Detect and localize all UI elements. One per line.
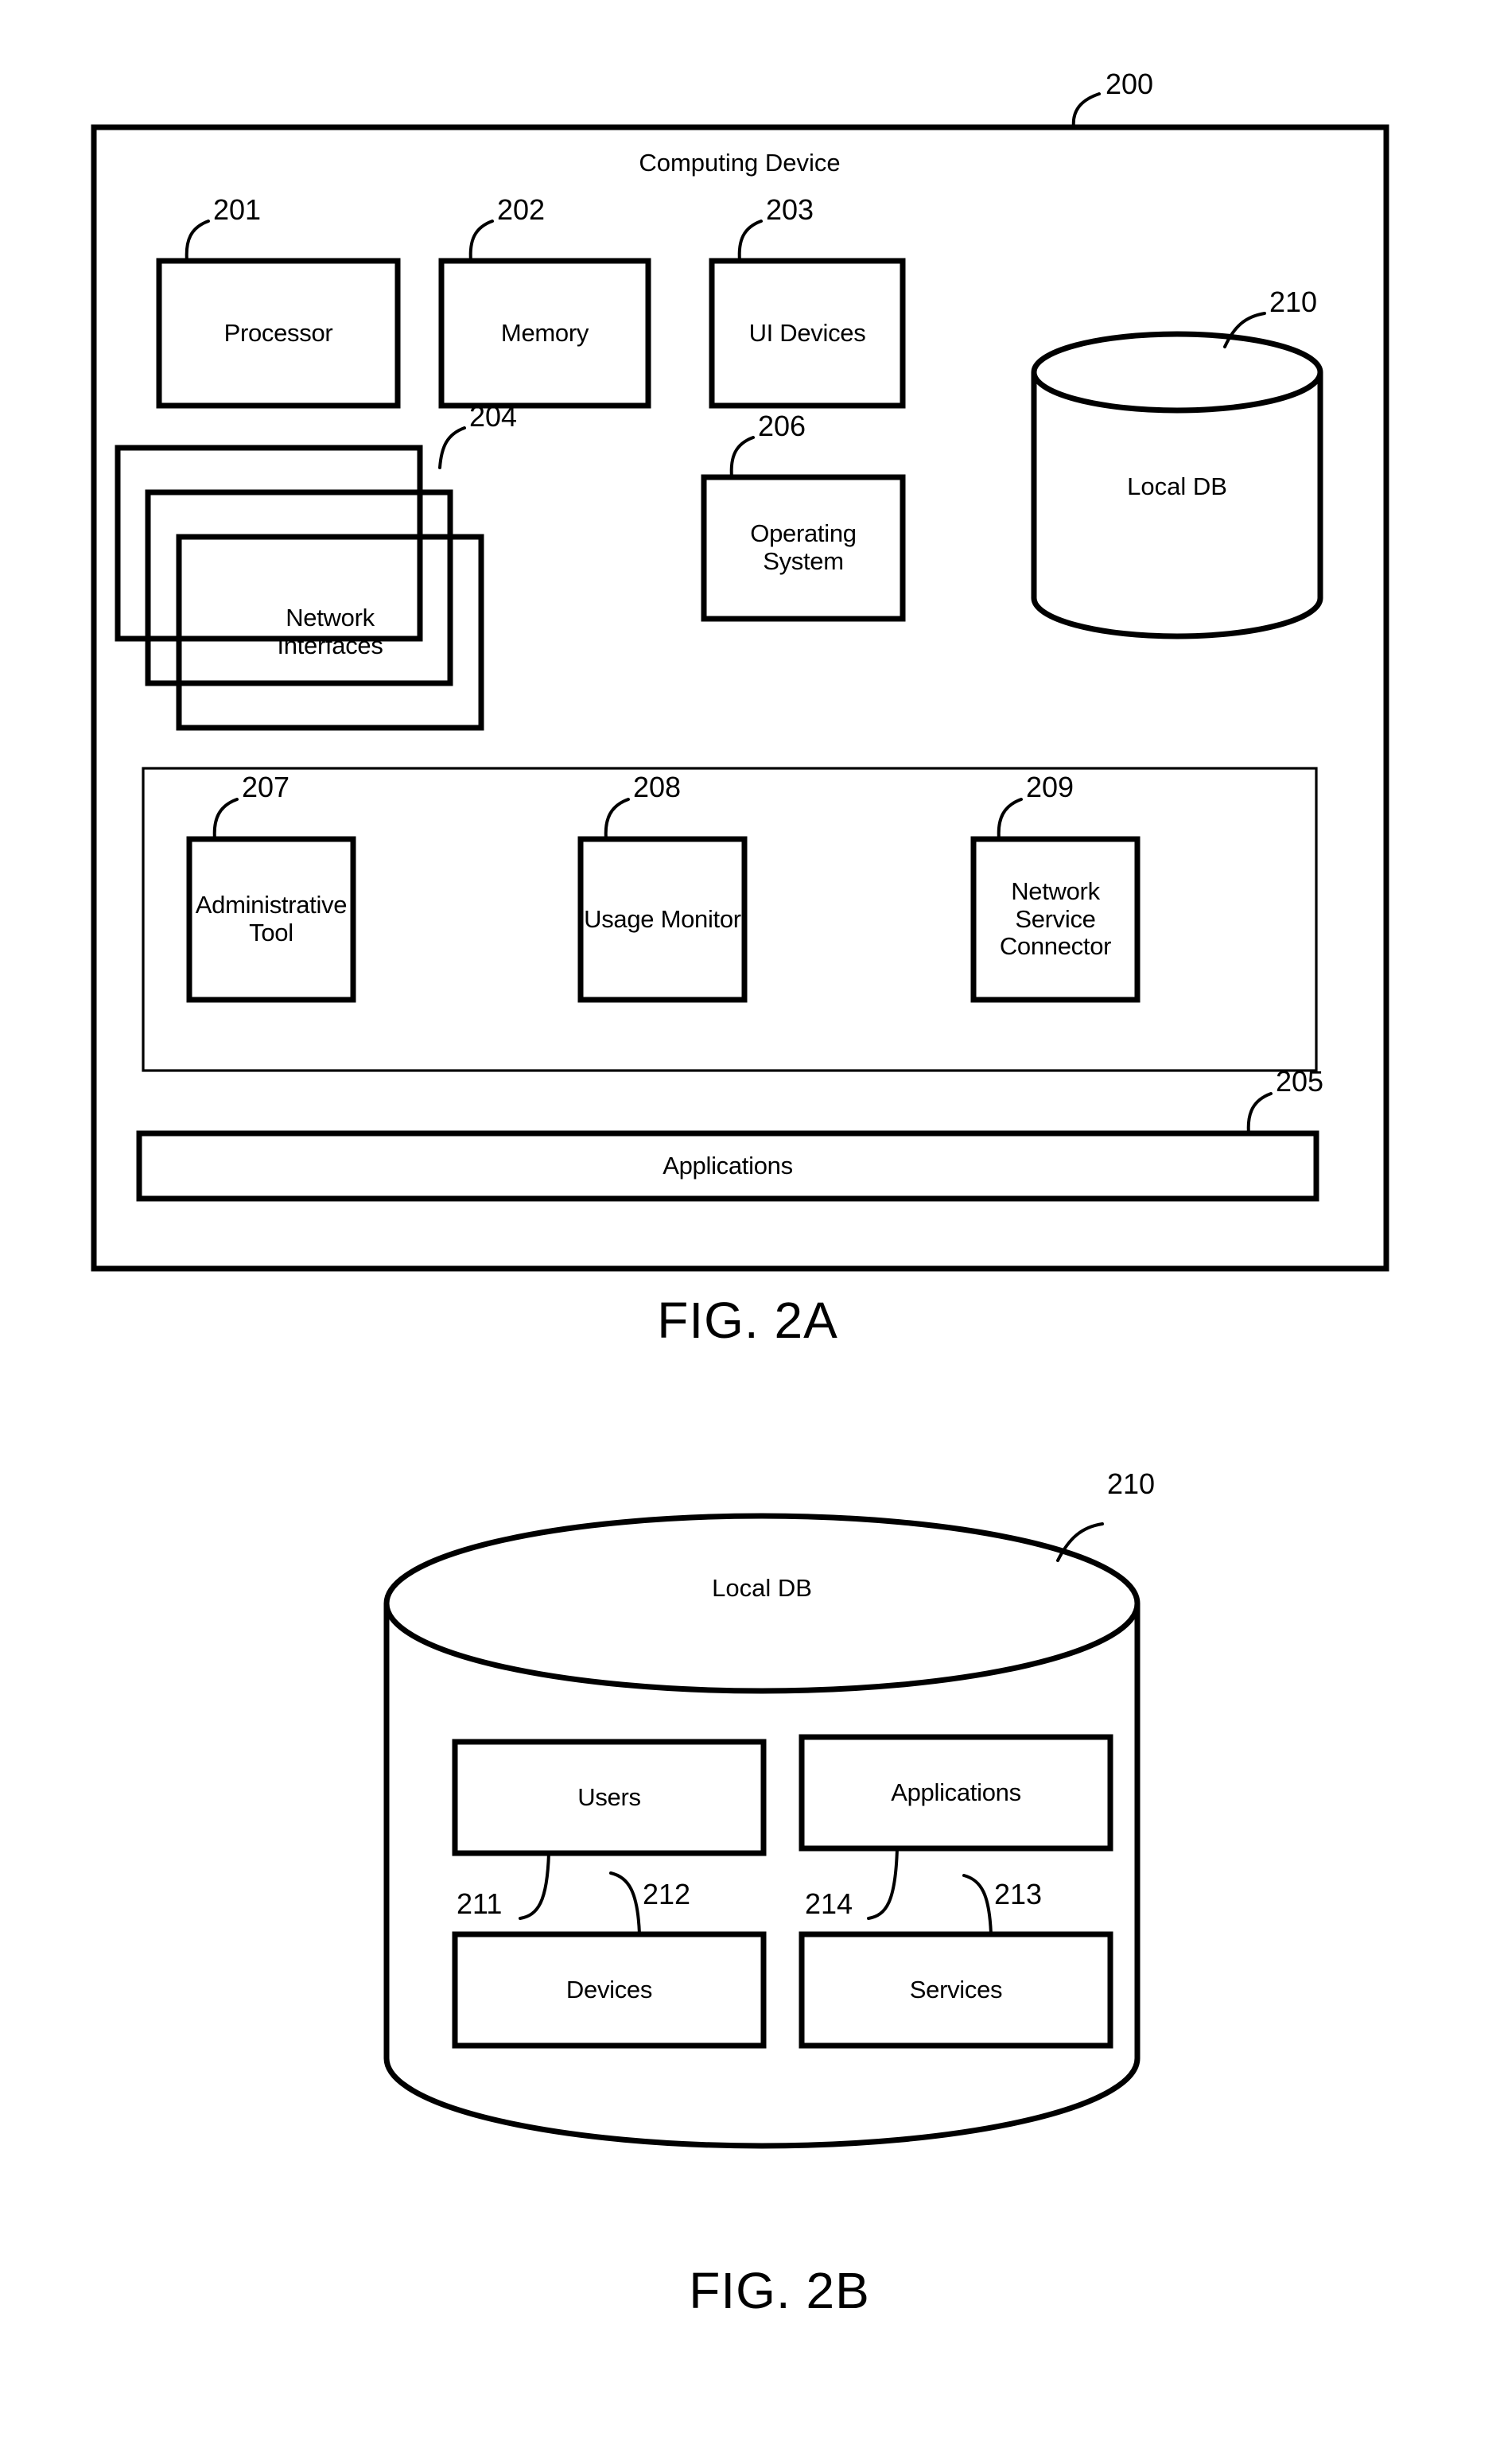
operating-system-label: Operating System	[750, 519, 857, 575]
fig-2b-caption: FIG. 2B	[689, 2262, 870, 2320]
leader-203	[737, 220, 763, 262]
ref-num-210-fig2b: 210	[1107, 1467, 1156, 1500]
ref-num-201: 201	[213, 192, 262, 226]
leader-208	[604, 798, 630, 841]
ref-num-202: 202	[497, 192, 546, 226]
local-db-cyl-bottom-2b	[383, 2058, 1141, 2149]
ref-num-214: 214	[805, 1887, 853, 1920]
ref-num-207: 207	[242, 770, 290, 803]
network-service-connector-label: Network Service Connector	[999, 876, 1112, 961]
leader-202	[468, 220, 494, 262]
ref-num-203: 203	[766, 192, 814, 226]
ref-num-205: 205	[1276, 1064, 1324, 1098]
applications-bar-label: Applications	[663, 1151, 793, 1180]
leader-200	[1071, 92, 1101, 129]
processor-label: Processor	[223, 318, 333, 347]
ref-num-211: 211	[457, 1887, 503, 1920]
services-label: Services	[909, 1975, 1003, 2003]
leader-210-fig2b	[1056, 1522, 1104, 1562]
local-db-cyl-top-2a	[1031, 331, 1323, 414]
local-db-label-fig2a: Local DB	[1127, 472, 1227, 500]
applications-label-fig2b: Applications	[891, 1778, 1021, 1806]
ref-num-200: 200	[1106, 67, 1154, 100]
patent-drawing-sheet: .thick { fill:none; stroke:#000; stroke-…	[0, 0, 1500, 2464]
leader-201	[185, 220, 210, 262]
ref-num-206: 206	[758, 409, 806, 442]
ref-num-210-fig2a: 210	[1269, 285, 1318, 318]
leader-210-fig2a	[1223, 312, 1266, 348]
leader-209	[997, 798, 1023, 841]
local-db-cyl-bottom-2a	[1031, 597, 1323, 639]
network-interfaces-label: Network Interfaces	[277, 604, 383, 659]
fig-2a-caption: FIG. 2A	[657, 1292, 838, 1350]
users-label: Users	[577, 1782, 641, 1811]
ref-num-213: 213	[994, 1877, 1043, 1910]
local-db-label-fig2b: Local DB	[712, 1573, 812, 1602]
ui-devices-label: UI Devices	[748, 318, 866, 347]
ref-num-212: 212	[643, 1877, 691, 1910]
leader-205	[1246, 1092, 1273, 1135]
leader-204	[438, 426, 466, 469]
leader-206	[729, 436, 755, 479]
administrative-tool-label: Administrative Tool	[195, 891, 348, 946]
ref-num-208: 208	[633, 770, 682, 803]
leader-212	[609, 1871, 641, 1936]
leader-207	[212, 798, 239, 841]
usage-monitor-label: Usage Monitor	[584, 904, 741, 933]
ref-num-209: 209	[1026, 770, 1074, 803]
leader-213	[962, 1874, 993, 1936]
memory-label: Memory	[500, 318, 589, 347]
ref-num-204: 204	[469, 399, 518, 433]
computing-device-title: Computing Device	[639, 148, 841, 177]
devices-label: Devices	[565, 1975, 653, 2003]
